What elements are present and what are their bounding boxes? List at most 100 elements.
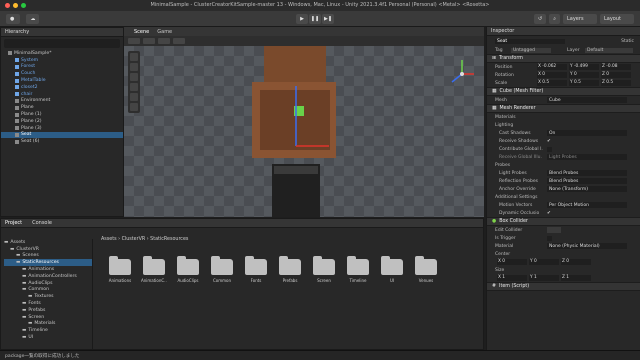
- item-script-header[interactable]: # Item (Script): [487, 282, 640, 291]
- meshrenderer-header[interactable]: ▦ Mesh Renderer: [487, 104, 640, 113]
- folder-item[interactable]: Animations: [107, 256, 133, 283]
- hierarchy-item[interactable]: Plane (2): [1, 118, 123, 125]
- tab-scene[interactable]: Scene: [134, 29, 149, 35]
- size-z[interactable]: Z 1: [561, 275, 591, 281]
- rotation-y[interactable]: Y 0: [569, 72, 599, 78]
- rotation-x[interactable]: X 0: [537, 72, 567, 78]
- folder-item[interactable]: Fonts: [243, 256, 269, 283]
- hierarchy-item[interactable]: Couch: [1, 70, 123, 77]
- receive-gi-dropdown[interactable]: Light Probes: [547, 154, 627, 160]
- project-tree-item[interactable]: ▬ Common: [4, 287, 92, 294]
- folder-item[interactable]: Prefabs: [277, 256, 303, 283]
- chair-model[interactable]: [252, 46, 336, 158]
- project-tree-item[interactable]: ▬ ClusterVR: [4, 246, 92, 253]
- hierarchy-item[interactable]: Environment: [1, 98, 123, 105]
- project-tree-item[interactable]: ▬ AudioClips: [4, 280, 92, 287]
- rect-tool[interactable]: [130, 93, 138, 101]
- is-trigger-checkbox[interactable]: [547, 235, 552, 241]
- folder-item[interactable]: AudioClips: [175, 256, 201, 283]
- project-tree-item[interactable]: ▬ StaticResources: [4, 259, 92, 267]
- scale-x[interactable]: X 0.5: [537, 80, 567, 86]
- move-tool[interactable]: [130, 63, 138, 71]
- probes-row[interactable]: Probes: [487, 161, 640, 169]
- scale-z[interactable]: Z 0.5: [601, 80, 631, 86]
- hierarchy-item[interactable]: System: [1, 57, 123, 64]
- project-tree-item[interactable]: ▬ Timeline: [4, 327, 92, 334]
- receive-shadows-checkbox[interactable]: ✔: [547, 139, 551, 144]
- hierarchy-item[interactable]: closet2: [1, 84, 123, 91]
- folder-item[interactable]: Timeline: [345, 256, 371, 283]
- tab-project[interactable]: Project: [5, 220, 22, 226]
- meshfilter-header[interactable]: ▦ Cube (Mesh Filter): [487, 87, 640, 96]
- hierarchy-search-input[interactable]: [4, 39, 120, 48]
- folder-item[interactable]: Venues: [413, 256, 439, 283]
- table-model[interactable]: [272, 164, 320, 217]
- project-tree-item[interactable]: ▬ Scenes: [4, 253, 92, 260]
- hierarchy-tab[interactable]: Hierarchy: [1, 28, 123, 37]
- scene-tool-4[interactable]: [173, 38, 185, 44]
- motion-vectors-dropdown[interactable]: Per Object Motion: [547, 202, 627, 208]
- transform-tool[interactable]: [130, 103, 138, 111]
- cast-shadows-dropdown[interactable]: On: [547, 130, 627, 136]
- layout-dropdown[interactable]: Layout: [600, 14, 634, 24]
- hierarchy-item[interactable]: Seat: [1, 131, 123, 139]
- size-y[interactable]: Y 1: [529, 275, 559, 281]
- lighting-row[interactable]: Lighting: [487, 121, 640, 129]
- project-tree-item[interactable]: ▬ Prefabs: [4, 307, 92, 314]
- material-field[interactable]: None (Physic Material): [547, 243, 627, 249]
- tag-dropdown[interactable]: Untagged: [511, 47, 551, 53]
- object-name[interactable]: Seat: [495, 38, 565, 44]
- folder-item[interactable]: Common: [209, 256, 235, 283]
- folder-item[interactable]: UI: [379, 256, 405, 283]
- hierarchy-item[interactable]: MetalTable: [1, 77, 123, 84]
- light-probes-dropdown[interactable]: Blend Probes: [547, 170, 627, 176]
- pause-button[interactable]: ❚❚: [309, 14, 321, 24]
- scale-tool[interactable]: [130, 83, 138, 91]
- project-tree-item[interactable]: ▬ Materials: [4, 321, 92, 328]
- center-x[interactable]: X 0: [497, 259, 527, 265]
- scene-view[interactable]: Scene Game: [124, 27, 484, 217]
- scale-y[interactable]: Y 0.5: [569, 80, 599, 86]
- account-button[interactable]: ●: [6, 13, 21, 24]
- additional-settings-row[interactable]: Additional Settings: [487, 193, 640, 201]
- hierarchy-item[interactable]: Plane (3): [1, 125, 123, 132]
- history-button[interactable]: ↺: [533, 14, 547, 24]
- project-tree-item[interactable]: ▬ Screen: [4, 314, 92, 321]
- mesh-field[interactable]: Cube: [547, 97, 627, 103]
- scene-tool-1[interactable]: [128, 38, 140, 44]
- hierarchy-item[interactable]: Plane: [1, 104, 123, 111]
- position-x[interactable]: X -0.062: [537, 64, 567, 70]
- layer-dropdown[interactable]: Default: [585, 47, 633, 53]
- hierarchy-item[interactable]: Plane (1): [1, 111, 123, 118]
- rotate-tool[interactable]: [130, 73, 138, 81]
- project-tree-item[interactable]: ▬ UI: [4, 334, 92, 341]
- position-y[interactable]: Y -0.499: [569, 64, 599, 70]
- inspector-tab[interactable]: Inspector: [487, 27, 640, 36]
- search-button[interactable]: ⌕: [549, 14, 560, 24]
- rotation-z[interactable]: Z 0: [601, 72, 631, 78]
- anchor-override-field[interactable]: None (Transform): [547, 186, 627, 192]
- dynamic-occlusion-checkbox[interactable]: ✔: [547, 211, 551, 216]
- boxcollider-header[interactable]: ● Box Collider: [487, 217, 640, 226]
- hand-tool[interactable]: [130, 53, 138, 61]
- static-toggle[interactable]: Static: [621, 39, 634, 44]
- contribute-gi-checkbox[interactable]: [547, 146, 552, 152]
- position-z[interactable]: Z -0.08: [601, 64, 631, 70]
- hierarchy-item[interactable]: Forest: [1, 64, 123, 71]
- project-tree-item[interactable]: ▬ Fonts: [4, 300, 92, 307]
- reflection-probes-dropdown[interactable]: Blend Probes: [547, 178, 627, 184]
- tab-console[interactable]: Console: [32, 220, 52, 226]
- edit-collider-button[interactable]: [547, 227, 561, 233]
- materials-row[interactable]: Materials: [487, 113, 640, 121]
- hierarchy-item[interactable]: Seat (6): [1, 138, 123, 145]
- center-y[interactable]: Y 0: [529, 259, 559, 265]
- folder-item[interactable]: AnimationC...: [141, 256, 167, 283]
- hierarchy-item[interactable]: MinimalSample*: [1, 50, 123, 57]
- tab-game[interactable]: Game: [157, 29, 172, 35]
- project-tree-item[interactable]: ▬ Animations: [4, 266, 92, 273]
- project-tree-item[interactable]: ▬ AnimationControllers: [4, 273, 92, 280]
- project-tree-item[interactable]: ▬ Assets: [4, 239, 92, 246]
- transform-header[interactable]: ⊞ Transform: [487, 54, 640, 63]
- project-tree-item[interactable]: ▬ Textures: [4, 293, 92, 300]
- size-x[interactable]: X 1: [497, 275, 527, 281]
